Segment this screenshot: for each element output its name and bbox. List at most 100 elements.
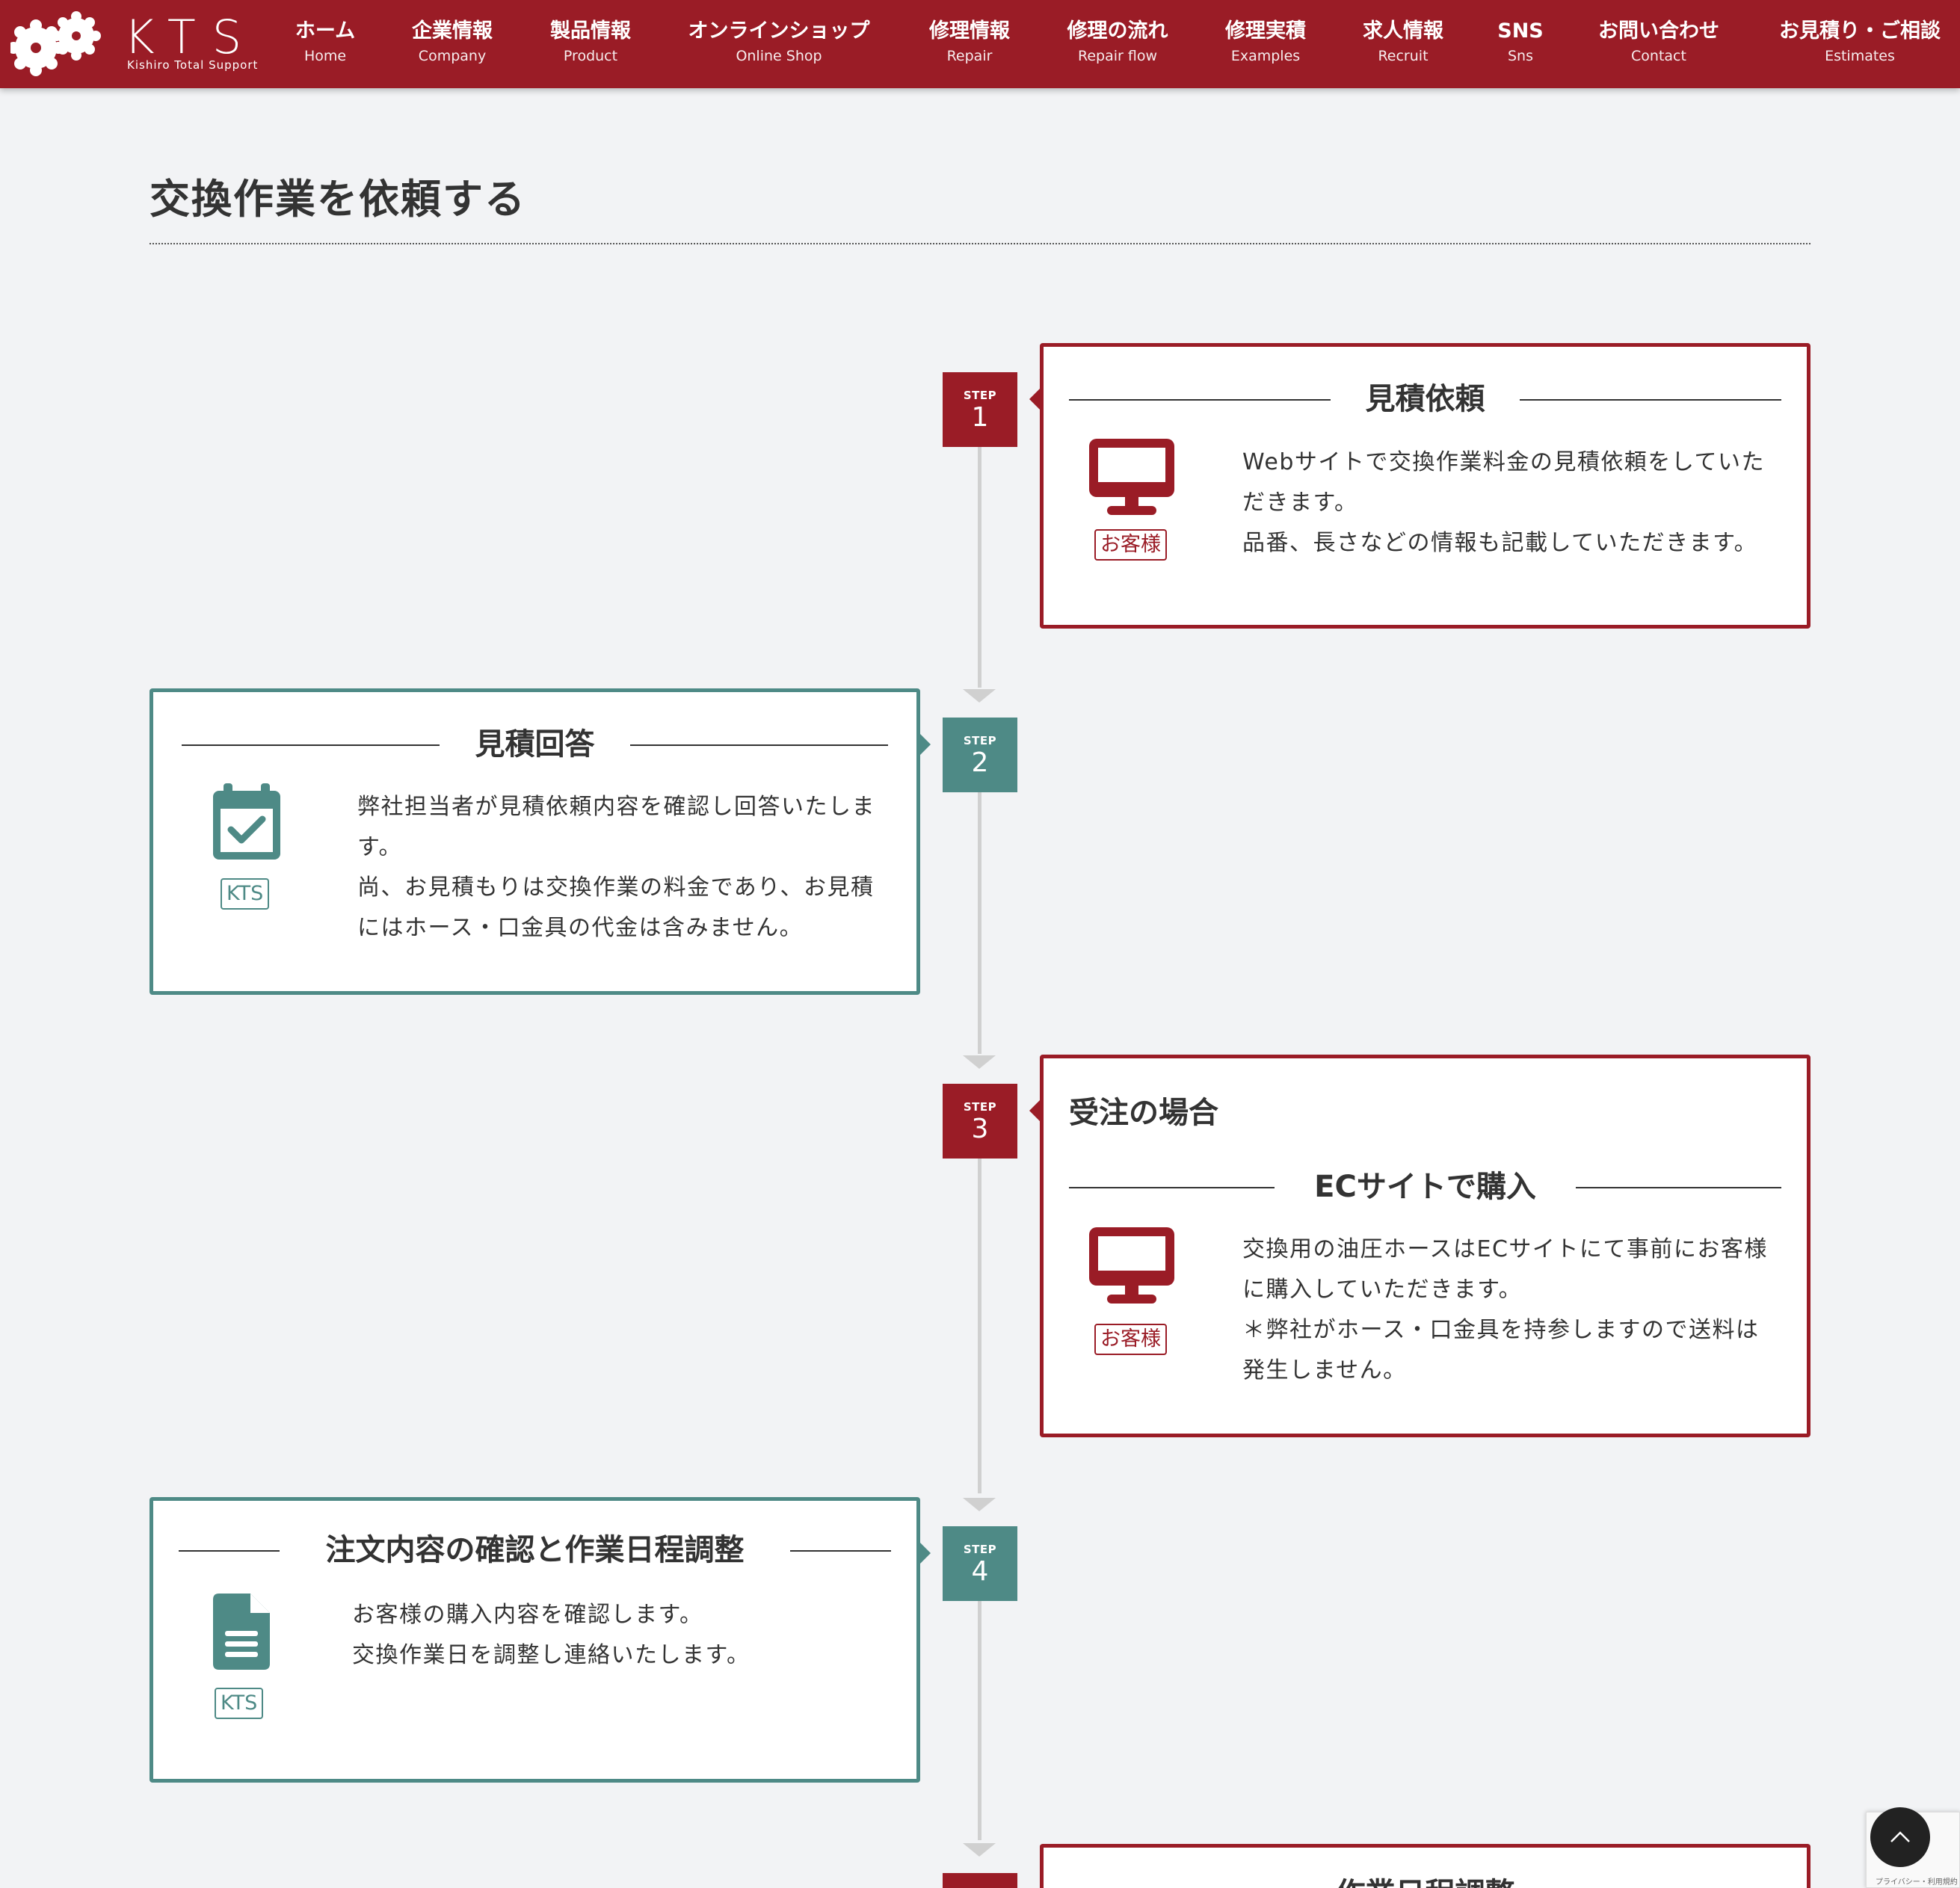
document-icon — [213, 1594, 270, 1670]
nav-estimates[interactable]: お見積り・ご相談 Estimates — [1779, 18, 1941, 66]
text-line: Webサイトで交換作業料金の見積依頼をしていた — [1242, 449, 1766, 475]
text-line: に購入していただきます。 — [1242, 1277, 1523, 1303]
monitor-icon — [1089, 1227, 1174, 1304]
step-number: 4 — [971, 1556, 989, 1587]
nav-repair[interactable]: 修理情報 Repair — [929, 18, 1010, 66]
card-heading: 見積回答 — [153, 725, 916, 764]
nav-sublabel: Product — [563, 48, 618, 64]
nav-sublabel: Repair — [946, 48, 993, 64]
logo-subtitle: Kishiro Total Support — [127, 58, 259, 72]
calendar-check-icon — [213, 783, 280, 860]
step-card-1: 見積依頼 お客様 Webサイトで交換作業料金の見積依頼をしていた だきます。 品… — [1040, 343, 1810, 629]
timeline-line — [978, 447, 981, 688]
chevron-up-icon — [1890, 1831, 1910, 1842]
card-heading: ECサイトで購入 — [1044, 1167, 1807, 1206]
role-tag: KTS — [221, 878, 270, 910]
role-tag: KTS — [215, 1688, 264, 1719]
heading-line — [630, 744, 888, 746]
title-divider — [150, 243, 1810, 244]
nav-label: ホーム — [295, 19, 356, 43]
nav-recruit[interactable]: 求人情報 Recruit — [1363, 18, 1443, 66]
step-badge-4: STEP 4 — [943, 1526, 1017, 1601]
nav-contact[interactable]: お問い合わせ Contact — [1598, 18, 1719, 66]
card-description: Webサイトで交換作業料金の見積依頼をしていた だきます。 品番、長さなどの情報… — [1242, 442, 1765, 564]
nav-sublabel: Home — [303, 48, 347, 64]
nav-sublabel: Examples — [1230, 48, 1301, 64]
nav-online-shop[interactable]: オンラインショップ Online Shop — [688, 18, 870, 66]
card-description: 弊社担当者が見積依頼内容を確認し回答いたしま す。 尚、お見積もりは交換作業の料… — [357, 787, 875, 948]
page-title: 交換作業を依頼する — [150, 176, 526, 223]
step-badge-2: STEP 2 — [943, 718, 1017, 792]
text-line: だきます。 — [1242, 490, 1358, 516]
timeline-arrow — [963, 1498, 996, 1511]
heading-line — [1520, 399, 1781, 401]
card-lead-heading: 受注の場合 — [1069, 1096, 1218, 1130]
nav-label: 求人情報 — [1363, 19, 1443, 43]
step-card-3: 受注の場合 ECサイトで購入 お客様 交換用の油圧ホースはECサイトにて事前にお… — [1040, 1055, 1810, 1437]
heading-line — [790, 1550, 891, 1552]
heading-line — [1069, 1187, 1275, 1188]
text-line: 尚、お見積もりは交換作業の料金であり、お見積 — [357, 874, 875, 901]
step-label: STEP — [963, 1543, 997, 1556]
step-badge-1: STEP 1 — [943, 372, 1017, 447]
step-label: STEP — [963, 389, 997, 402]
text-line: 品番、長さなどの情報も記載していただきます。 — [1242, 530, 1758, 556]
step-card-5: 作業日程調整 — [1040, 1844, 1810, 1888]
heading-line — [182, 744, 440, 746]
timeline-line — [978, 1159, 981, 1493]
logo-text: KTS — [124, 10, 259, 64]
back-to-top-button[interactable] — [1870, 1807, 1930, 1867]
nav-label: 企業情報 — [412, 19, 493, 43]
monitor-icon — [1089, 439, 1174, 515]
card-pointer — [1029, 1100, 1040, 1121]
nav-sublabel: Sns — [1507, 48, 1533, 64]
nav-home[interactable]: ホーム Home — [295, 18, 355, 66]
card-pointer — [920, 1543, 931, 1564]
timeline-arrow — [963, 1843, 996, 1857]
text-line: ＊弊社がホース・口金具を持参しますので送料は — [1242, 1317, 1760, 1343]
nav-company[interactable]: 企業情報 Company — [412, 18, 493, 66]
card-heading-text: ECサイトで購入 — [1314, 1170, 1536, 1204]
timeline-arrow — [963, 689, 996, 703]
site-header: KTS Kishiro Total Support ホーム Home 企業情報 Co… — [0, 0, 1960, 88]
step-card-2: 見積回答 KTS 弊社担当者が見積依頼内容を確認し回答いたしま す。 尚、お見積… — [150, 688, 920, 995]
timeline-line — [978, 1601, 981, 1840]
step-number: 2 — [971, 747, 989, 778]
nav-sublabel: Estimates — [1825, 48, 1895, 64]
timeline-line — [978, 792, 981, 1054]
heading-line — [1069, 399, 1331, 401]
nav-sns[interactable]: SNS Sns — [1497, 18, 1544, 66]
recaptcha-text: プライバシー・利用規約 — [1876, 1878, 1958, 1887]
heading-line — [179, 1550, 280, 1552]
step-number: 1 — [971, 402, 989, 433]
nav-repair-flow[interactable]: 修理の流れ Repair flow — [1067, 18, 1168, 66]
card-heading: 注文内容の確認と作業日程調整 — [153, 1531, 916, 1570]
text-line: す。 — [357, 834, 402, 860]
site-logo[interactable]: KTS Kishiro Total Support — [10, 10, 257, 78]
step-card-4: 注文内容の確認と作業日程調整 KTS お客様の購入内容を確認します。 交換作業日… — [150, 1497, 920, 1783]
role-tag: お客様 — [1094, 1324, 1167, 1355]
text-line: お客様の購入内容を確認します。 — [352, 1602, 703, 1628]
card-pointer — [920, 734, 931, 755]
nav-sublabel: Contact — [1631, 48, 1686, 64]
main-nav: ホーム Home 企業情報 Company 製品情報 Product オンラインショッ… — [269, 0, 1960, 88]
text-line: 交換作業日を調整し連絡いたします。 — [352, 1642, 751, 1668]
nav-examples[interactable]: 修理実積 Examples — [1225, 18, 1306, 66]
nav-label: 修理の流れ — [1067, 19, 1168, 43]
text-line: にはホース・口金具の代金は含みません。 — [357, 915, 804, 941]
step-label: STEP — [963, 734, 997, 747]
nav-sublabel: Online Shop — [736, 48, 822, 64]
nav-sublabel: Company — [418, 48, 487, 64]
text-line: 交換用の油圧ホースはECサイトにて事前にお客様 — [1242, 1236, 1768, 1262]
nav-label: 修理実積 — [1225, 19, 1306, 43]
gears-logo-icon — [10, 11, 101, 76]
nav-label: SNS — [1497, 19, 1544, 43]
nav-label: 製品情報 — [550, 19, 631, 43]
text-line: 弊社担当者が見積依頼内容を確認し回答いたしま — [357, 794, 875, 820]
nav-product[interactable]: 製品情報 Product — [550, 18, 631, 66]
role-tag: お客様 — [1094, 529, 1167, 561]
nav-label: オンラインショップ — [688, 19, 870, 43]
text-line: 発生しません。 — [1242, 1357, 1407, 1383]
card-heading: 作業日程調整 — [1044, 1875, 1807, 1888]
nav-label: 修理情報 — [929, 19, 1010, 43]
